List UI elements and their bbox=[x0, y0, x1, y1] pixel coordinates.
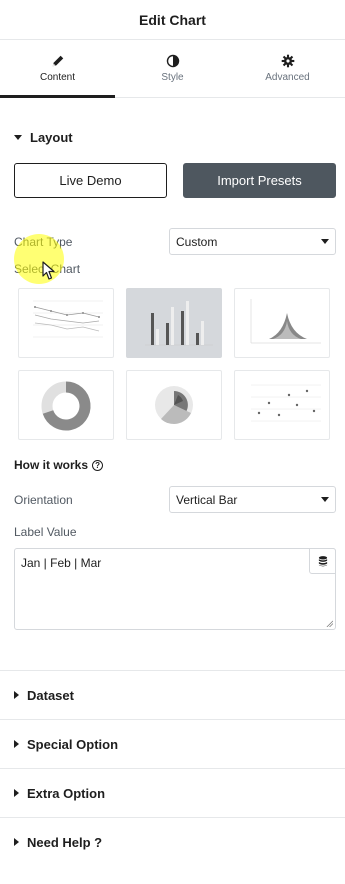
tab-bar: Content Style Advanced bbox=[0, 40, 345, 98]
dataset-section-title: Dataset bbox=[27, 687, 74, 703]
label-value-textarea[interactable]: Jan | Feb | Mar bbox=[14, 548, 336, 630]
chevron-down-icon bbox=[321, 497, 329, 502]
caret-down-icon bbox=[14, 134, 22, 140]
need-help-section-header[interactable]: Need Help ? bbox=[0, 818, 345, 866]
chart-option-line[interactable] bbox=[18, 288, 114, 358]
doughnut-chart-thumb-icon bbox=[41, 381, 91, 431]
extra-option-section-header[interactable]: Extra Option bbox=[0, 769, 345, 817]
scatter-chart-thumb-icon bbox=[251, 384, 321, 422]
label-value-text: Jan | Feb | Mar bbox=[21, 556, 102, 570]
orientation-value: Vertical Bar bbox=[176, 492, 238, 507]
chart-type-grid bbox=[0, 288, 345, 440]
orientation-label: Orientation bbox=[14, 492, 73, 507]
tab-advanced[interactable]: Advanced bbox=[230, 40, 345, 97]
chart-type-select[interactable]: Custom bbox=[169, 228, 336, 255]
pencil-icon bbox=[52, 55, 63, 67]
need-help-section-title: Need Help ? bbox=[27, 834, 103, 850]
database-icon bbox=[318, 555, 327, 566]
line-chart-thumb-icon bbox=[33, 300, 103, 338]
chart-type-value: Custom bbox=[176, 234, 218, 249]
dynamic-tags-button[interactable] bbox=[309, 548, 336, 574]
radar-chart-thumb-icon bbox=[250, 299, 321, 344]
chart-option-polar[interactable] bbox=[126, 370, 222, 440]
panel-title: Edit Chart bbox=[139, 11, 206, 28]
panel-header: Edit Chart bbox=[0, 0, 345, 40]
how-it-works-label: How it works bbox=[14, 458, 89, 472]
chevron-down-icon bbox=[321, 239, 329, 244]
chart-option-bar[interactable] bbox=[126, 288, 222, 358]
caret-right-icon bbox=[14, 789, 19, 797]
import-presets-button[interactable]: Import Presets bbox=[183, 163, 336, 198]
chart-option-doughnut[interactable] bbox=[18, 370, 114, 440]
special-option-section: Special Option bbox=[0, 719, 345, 768]
layout-section-title: Layout bbox=[30, 129, 73, 145]
caret-right-icon bbox=[14, 740, 19, 748]
chart-option-radar[interactable] bbox=[234, 288, 330, 358]
how-it-works-link[interactable]: How it works ? bbox=[0, 458, 345, 472]
tab-style[interactable]: Style bbox=[115, 40, 230, 97]
tab-advanced-label: Advanced bbox=[265, 72, 310, 83]
tab-style-label: Style bbox=[161, 72, 184, 83]
extra-option-section: Extra Option bbox=[0, 768, 345, 817]
gear-icon bbox=[281, 54, 294, 68]
need-help-section: Need Help ? bbox=[0, 817, 345, 866]
tab-content-label: Content bbox=[39, 72, 76, 83]
dataset-section: Dataset bbox=[0, 670, 345, 719]
bar-chart-thumb-icon bbox=[145, 301, 213, 346]
select-chart-label: Select Chart bbox=[14, 262, 81, 276]
live-demo-button[interactable]: Live Demo bbox=[14, 163, 167, 198]
half-circle-icon bbox=[166, 54, 179, 68]
caret-right-icon bbox=[14, 691, 19, 699]
resize-handle-icon[interactable] bbox=[326, 620, 333, 627]
label-value-label: Label Value bbox=[14, 525, 77, 539]
dataset-section-header[interactable]: Dataset bbox=[0, 671, 345, 719]
chart-option-scatter[interactable] bbox=[234, 370, 330, 440]
caret-right-icon bbox=[14, 838, 19, 846]
question-mark-icon: ? bbox=[92, 459, 104, 471]
chart-type-label: Chart Type bbox=[14, 234, 73, 249]
orientation-select[interactable]: Vertical Bar bbox=[169, 486, 336, 513]
extra-option-section-title: Extra Option bbox=[27, 785, 106, 801]
tab-content[interactable]: Content bbox=[0, 40, 115, 98]
polar-chart-thumb-icon bbox=[155, 386, 193, 424]
layout-section-header[interactable]: Layout bbox=[0, 113, 345, 161]
special-option-section-header[interactable]: Special Option bbox=[0, 720, 345, 768]
special-option-section-title: Special Option bbox=[27, 736, 119, 752]
